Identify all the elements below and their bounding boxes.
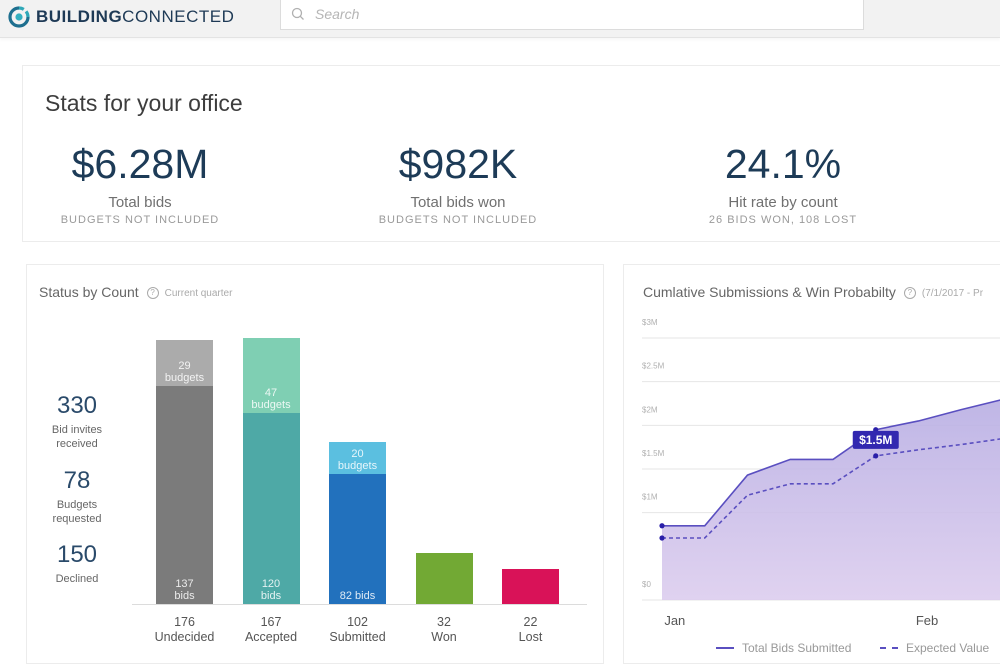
bar-bids-label: 82 bids [339, 589, 376, 602]
bar-bids-won[interactable] [415, 553, 473, 604]
side-stat-label-line: received [56, 438, 98, 450]
hover-point [873, 453, 879, 459]
stat-label: Total bids won [410, 194, 506, 211]
category-name: Submitted [329, 630, 386, 644]
side-stat-label-line: requested [52, 513, 102, 525]
category-name: Won [431, 630, 457, 644]
x-axis-line [132, 604, 587, 605]
cumulative-line-chart: $0 $1M $1.5M $2M $2.5M $3M $1.5M Jan Feb [642, 318, 1000, 628]
y-tick-label: $1M [642, 493, 658, 502]
search-icon [291, 7, 304, 20]
bar-budgets-undecided[interactable]: 29 budgets [156, 339, 213, 387]
y-tick-label: $2M [642, 405, 658, 414]
side-stat-value: 330 [56, 392, 98, 419]
y-tick-label: $3M [642, 318, 658, 327]
category-total: 176 [174, 615, 195, 629]
help-icon[interactable]: ? [146, 287, 159, 300]
start-point [659, 523, 665, 529]
stat-subtext: BUDGETS NOT INCLUDED [60, 214, 220, 226]
x-label-undecided: 176 Undecided [145, 615, 225, 645]
stat-label: Total bids [108, 194, 172, 211]
category-total: 22 [523, 615, 538, 629]
card-title-text: Status by Count [39, 284, 139, 300]
bar-budgets-label: 29 budgets [164, 360, 205, 385]
side-stat-label: Declined [47, 572, 107, 586]
office-stats-card: Stats for your office $6.28M Total bids … [22, 65, 1000, 242]
logo-icon [8, 6, 30, 28]
search-box[interactable] [280, 0, 864, 30]
top-bar: BUILDINGCONNECTED [0, 0, 1000, 38]
side-stat-value: 78 [63, 467, 91, 494]
search-input[interactable] [315, 5, 815, 22]
tooltip-label: $1.5M [859, 433, 892, 447]
legend-label: Total Bids Submitted [742, 641, 852, 655]
y-tick-label: $1.5M [642, 449, 665, 458]
y-tick-label: $2.5M [642, 362, 665, 371]
card-title: Status by Count? Current quarter [39, 284, 232, 300]
category-total: 102 [347, 615, 368, 629]
bar-budgets-label: 47 budgets [251, 387, 291, 412]
stat-value: $982K [398, 141, 518, 187]
stat-hit-rate: 24.1% Hit rate by count 26 BIDS WON, 108… [653, 142, 913, 226]
stat-value: $6.28M [71, 141, 209, 187]
legend-dashed-line-icon [880, 647, 898, 649]
card-subtitle: Current quarter [164, 287, 233, 299]
legend-total-bids[interactable]: Total Bids Submitted [716, 641, 851, 655]
side-stat-invites: 330 Bid invites received [47, 393, 107, 451]
category-name: Accepted [244, 630, 298, 644]
side-stat-value: 150 [56, 541, 98, 568]
area-fill [662, 400, 1000, 600]
x-tick-label: Jan [664, 613, 685, 628]
legend-solid-line-icon [716, 647, 734, 649]
side-stat-label-line: Budgets [56, 499, 98, 511]
brand-bold: BUILDING [36, 7, 123, 26]
side-stat-declined: 150 Declined [47, 542, 107, 586]
stat-total-bids: $6.28M Total bids BUDGETS NOT INCLUDED [10, 142, 270, 226]
cumulative-submissions-card: Cumlative Submissions & Win Probabilty?(… [623, 264, 1000, 664]
stat-label: Hit rate by count [728, 194, 838, 211]
legend-expected-value[interactable]: Expected Value [880, 641, 989, 655]
category-total: 32 [437, 615, 451, 629]
brand-name: BUILDINGCONNECTED [36, 7, 234, 27]
bar-bids-undecided[interactable]: 137 bids [156, 386, 213, 604]
bar-bids-lost[interactable] [502, 569, 559, 604]
x-label-won: 32 Won [404, 615, 484, 645]
category-name: Lost [518, 630, 543, 644]
y-tick-label: $0 [642, 580, 651, 589]
bar-budgets-label: 20 budgets [337, 447, 378, 472]
side-stat-label-line: Declined [55, 573, 99, 585]
stats-title: Stats for your office [45, 90, 243, 116]
side-stat-label: Budgets requested [47, 498, 107, 526]
logo[interactable]: BUILDINGCONNECTED [8, 5, 234, 29]
category-total: 167 [260, 615, 282, 629]
stat-total-bids-won: $982K Total bids won BUDGETS NOT INCLUDE… [328, 142, 588, 226]
bar-budgets-accepted[interactable]: 47 budgets [242, 338, 300, 414]
side-stat-label-line: Bid invites [51, 424, 103, 436]
side-stat-budgets: 78 Budgets requested [47, 468, 107, 526]
x-label-submitted: 102 Submitted [318, 615, 398, 645]
bar-bids-label: 120 bids [260, 577, 282, 602]
stat-subtext: BUDGETS NOT INCLUDED [378, 214, 538, 226]
side-stat-label: Bid invites received [47, 423, 107, 451]
stat-value: 24.1% [724, 141, 842, 187]
x-label-accepted: 167 Accepted [231, 615, 311, 645]
bar-bids-accepted[interactable]: 120 bids [242, 413, 300, 604]
bar-budgets-submitted[interactable]: 20 budgets [329, 441, 386, 474]
legend-label: Expected Value [906, 641, 990, 655]
x-tick-label: Feb [916, 613, 938, 628]
status-by-count-card: Status by Count? Current quarter 330 Bid … [26, 264, 604, 664]
bar-bids-label: 137 bids [174, 577, 195, 602]
start-point [659, 535, 665, 541]
stat-subtext: 26 BIDS WON, 108 LOST [708, 214, 858, 226]
x-label-lost: 22 Lost [491, 615, 571, 645]
category-name: Undecided [154, 630, 215, 644]
bar-bids-submitted[interactable]: 82 bids [329, 473, 386, 604]
brand-light: CONNECTED [122, 7, 235, 26]
